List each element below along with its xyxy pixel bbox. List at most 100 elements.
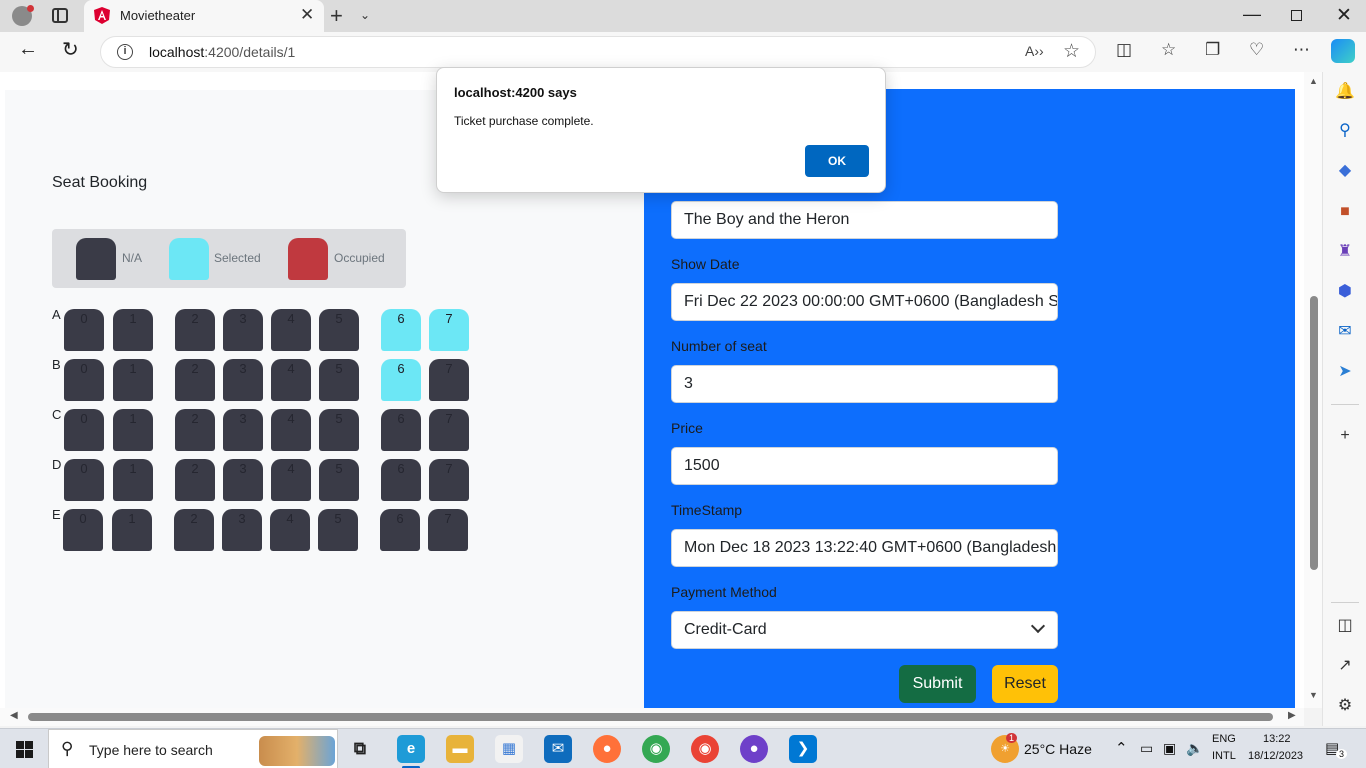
seat-b6[interactable]: 6 [381,359,421,401]
url-text[interactable]: localhost:4200/details/1 [149,44,295,60]
seat-c2[interactable]: 2 [175,409,215,451]
seat-c0[interactable]: 0 [64,409,104,451]
drop-icon[interactable]: ➤ [1335,362,1355,382]
file-explorer-icon[interactable]: ▬ [446,735,474,763]
vscode-icon[interactable]: ❯ [789,735,817,763]
search-icon[interactable]: ⚲ [1335,121,1355,141]
seat-e1[interactable]: 1 [112,509,152,551]
games-icon[interactable]: ♜ [1335,242,1355,262]
seat-e4[interactable]: 4 [270,509,310,551]
maximize-icon[interactable] [1291,10,1302,21]
mail-icon[interactable]: ✉ [544,735,572,763]
seat-d5[interactable]: 5 [319,459,359,501]
open-external-icon[interactable]: ↗ [1335,656,1355,676]
seat-a2[interactable]: 2 [175,309,215,351]
split-screen-icon[interactable]: ◫ [1116,40,1132,60]
seat-c4[interactable]: 4 [271,409,311,451]
movie-name-field[interactable]: The Boy and the Heron [671,201,1058,239]
read-aloud-icon[interactable]: A›› [1025,43,1044,59]
horizontal-scroll-thumb[interactable] [28,713,1273,721]
chrome-profile-icon[interactable]: ◉ [691,735,719,763]
minimize-icon[interactable]: — [1243,4,1261,25]
seat-b1[interactable]: 1 [113,359,153,401]
seat-e5[interactable]: 5 [318,509,358,551]
seat-a4[interactable]: 4 [271,309,311,351]
tab-actions-icon[interactable] [52,8,68,23]
collections-icon[interactable]: ❐ [1205,40,1220,60]
seat-d3[interactable]: 3 [223,459,263,501]
shopping-tag-icon[interactable]: ◆ [1335,161,1355,181]
clock-date[interactable]: 18/12/2023 [1248,750,1303,762]
scroll-right-icon[interactable]: ▶ [1288,710,1296,721]
submit-button[interactable]: Submit [899,665,976,703]
keyboard-layout[interactable]: INTL [1212,750,1236,762]
tab-list-chevron-icon[interactable]: ⌄ [360,8,370,22]
window-close-icon[interactable]: ✕ [1336,4,1352,27]
seat-a7[interactable]: 7 [429,309,469,351]
seat-b5[interactable]: 5 [319,359,359,401]
dialog-ok-button[interactable]: OK [805,145,869,177]
seat-b4[interactable]: 4 [271,359,311,401]
seat-e7[interactable]: 7 [428,509,468,551]
notifications-bell-icon[interactable]: 🔔 [1335,82,1355,102]
seat-d1[interactable]: 1 [113,459,153,501]
seat-e0[interactable]: 0 [63,509,103,551]
seat-b2[interactable]: 2 [175,359,215,401]
microsoft-store-icon[interactable]: ▦ [495,735,523,763]
scroll-up-icon[interactable]: ▲ [1309,76,1318,86]
scroll-down-icon[interactable]: ▼ [1309,690,1318,700]
favorite-star-icon[interactable]: ☆ [1063,40,1080,63]
new-tab-icon[interactable]: + [330,3,343,29]
seat-a5[interactable]: 5 [319,309,359,351]
more-menu-icon[interactable]: ⋯ [1293,40,1310,60]
scroll-left-icon[interactable]: ◀ [10,710,18,721]
weather-text[interactable]: 25°C Haze [1024,741,1092,757]
seat-c7[interactable]: 7 [429,409,469,451]
site-info-icon[interactable]: i [117,44,133,60]
seat-a1[interactable]: 1 [113,309,153,351]
tray-chevron-up-icon[interactable]: ⌃ [1115,739,1128,757]
seat-d4[interactable]: 4 [271,459,311,501]
hide-sidebar-icon[interactable]: ◫ [1335,616,1355,636]
seat-d7[interactable]: 7 [429,459,469,501]
refresh-icon[interactable]: ↻ [62,37,79,62]
seat-d0[interactable]: 0 [64,459,104,501]
volume-muted-icon[interactable]: 🔈 [1186,740,1203,757]
tab-movietheater[interactable]: Movietheater ✕ [84,0,324,32]
copilot-icon[interactable] [1331,39,1355,63]
payment-method-select[interactable]: Credit-Card [671,611,1058,649]
tab-close-icon[interactable]: ✕ [300,5,314,25]
network-icon[interactable]: ▣ [1163,740,1176,757]
seat-d2[interactable]: 2 [175,459,215,501]
seat-e2[interactable]: 2 [174,509,214,551]
address-bar[interactable]: i localhost:4200/details/1 A›› ☆ [100,36,1096,68]
task-view-icon[interactable]: ⧉ [346,735,374,763]
seat-b0[interactable]: 0 [64,359,104,401]
seat-b7[interactable]: 7 [429,359,469,401]
language-code[interactable]: ENG [1212,733,1236,745]
windows-start-icon[interactable] [16,741,33,758]
number-of-seat-field[interactable]: 3 [671,365,1058,403]
vertical-scroll-thumb[interactable] [1310,296,1318,570]
favorites-icon[interactable]: ☆ [1161,40,1176,60]
outlook-icon[interactable]: ✉ [1335,322,1355,342]
horizontal-scrollbar[interactable]: ◀ ▶ [0,708,1304,726]
clock-time[interactable]: 13:22 [1263,733,1291,745]
price-field[interactable]: 1500 [671,447,1058,485]
reset-button[interactable]: Reset [992,665,1058,703]
seat-e6[interactable]: 6 [380,509,420,551]
seat-c1[interactable]: 1 [113,409,153,451]
sidebar-settings-gear-icon[interactable]: ⚙ [1335,696,1355,716]
show-date-field[interactable]: Fri Dec 22 2023 00:00:00 GMT+0600 (Bangl… [671,283,1058,321]
chrome-icon[interactable]: ◉ [642,735,670,763]
seat-a0[interactable]: 0 [64,309,104,351]
firefox-icon[interactable]: ● [593,735,621,763]
seat-c6[interactable]: 6 [381,409,421,451]
github-desktop-icon[interactable]: ● [740,735,768,763]
back-arrow-icon[interactable]: ← [18,38,38,61]
seat-b3[interactable]: 3 [223,359,263,401]
seat-a3[interactable]: 3 [223,309,263,351]
vertical-scrollbar[interactable]: ▲ ▼ [1304,72,1322,708]
seat-a6[interactable]: 6 [381,309,421,351]
seat-c3[interactable]: 3 [223,409,263,451]
